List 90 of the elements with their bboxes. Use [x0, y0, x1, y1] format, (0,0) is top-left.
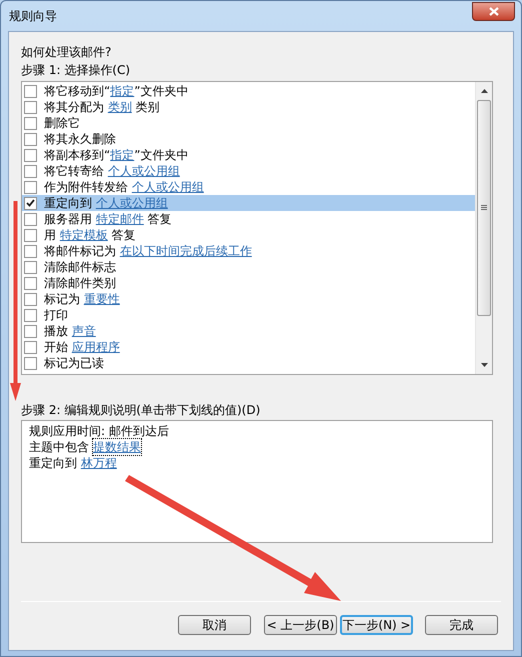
- link[interactable]: 应用程序: [72, 339, 120, 355]
- link[interactable]: 林万程: [80, 455, 117, 471]
- action-row[interactable]: 标记为 重要性: [22, 291, 475, 307]
- link[interactable]: 指定: [110, 147, 134, 163]
- item-text: 主题中包含: [29, 439, 90, 455]
- link[interactable]: 指定: [110, 83, 134, 99]
- checkbox[interactable]: [24, 244, 37, 258]
- action-row[interactable]: 将它移动到“指定”文件夹中: [22, 83, 475, 99]
- dialog-button[interactable]: 下一步(N) >: [340, 615, 413, 635]
- checkbox[interactable]: [24, 260, 37, 274]
- item-text: 清除邮件类别: [44, 275, 116, 291]
- action-row[interactable]: 标记为已读: [22, 355, 475, 371]
- scroll-up-icon[interactable]: [480, 89, 488, 93]
- action-row[interactable]: 重定向到 个人或公用组: [22, 195, 475, 211]
- checkbox[interactable]: [24, 340, 37, 354]
- item-text: 将邮件标记为: [44, 243, 117, 259]
- checkbox[interactable]: [24, 148, 37, 162]
- link[interactable]: 重要性: [84, 291, 120, 307]
- item-text: 标记为已读: [44, 355, 104, 371]
- checkbox[interactable]: [24, 164, 37, 178]
- action-row[interactable]: 用 特定模板 答复: [22, 227, 475, 243]
- grip-icon: [481, 205, 487, 211]
- item-text: 标记为: [44, 291, 81, 307]
- checkbox[interactable]: [24, 212, 37, 226]
- item-text: 清除邮件标志: [44, 259, 116, 275]
- window-title: 规则向导: [9, 8, 57, 24]
- action-row[interactable]: 开始 应用程序: [22, 339, 475, 355]
- action-row[interactable]: 播放 声音: [22, 323, 475, 339]
- action-row[interactable]: 服务器用 特定邮件 答复: [22, 211, 475, 227]
- dialog-button[interactable]: < 上一步(B): [264, 615, 337, 635]
- checkbox[interactable]: [24, 308, 37, 322]
- item-text: 重定向到: [44, 195, 93, 211]
- scroll-down-icon[interactable]: [480, 363, 488, 367]
- checkbox[interactable]: [24, 116, 37, 130]
- scrollbar[interactable]: [475, 82, 492, 374]
- link[interactable]: 类别: [108, 99, 132, 115]
- item-text: 播放: [44, 323, 69, 339]
- link[interactable]: 个人或公用组: [108, 163, 180, 179]
- action-row[interactable]: 将邮件标记为 在以下时间完成后续工作: [22, 243, 475, 259]
- item-text: 将其永久删除: [44, 131, 116, 147]
- checkbox[interactable]: [24, 324, 37, 338]
- action-row[interactable]: 清除邮件标志: [22, 259, 475, 275]
- link[interactable]: 特定模板: [60, 227, 108, 243]
- item-text: 作为附件转发给: [44, 179, 129, 195]
- item-text: 开始: [44, 339, 69, 355]
- checkbox[interactable]: [24, 276, 37, 290]
- close-icon: [488, 7, 498, 16]
- close-button[interactable]: [472, 2, 515, 21]
- action-row[interactable]: 删除它: [22, 115, 475, 131]
- item-text: 重定向到: [29, 455, 78, 471]
- action-row[interactable]: 清除邮件类别: [22, 275, 475, 291]
- action-row[interactable]: 将其永久删除: [22, 131, 475, 147]
- checkbox[interactable]: [24, 356, 37, 370]
- item-text: 用: [44, 227, 57, 243]
- link[interactable]: 声音: [72, 323, 96, 339]
- dialog-button[interactable]: 取消: [178, 615, 251, 635]
- item-text: 删除它: [44, 115, 80, 131]
- question-text: 如何处理该邮件?: [21, 44, 112, 60]
- link[interactable]: 特定邮件: [96, 211, 144, 227]
- link[interactable]: 在以下时间完成后续工作: [120, 243, 252, 259]
- item-text: ”文件夹中: [134, 83, 188, 99]
- action-row[interactable]: 将其分配为 类别 类别: [22, 99, 475, 115]
- link[interactable]: 个人或公用组: [132, 179, 204, 195]
- checkbox[interactable]: [24, 228, 37, 242]
- item-text: 答复: [110, 227, 136, 243]
- action-row[interactable]: 打印: [22, 307, 475, 323]
- item-text: 将其分配为: [44, 99, 105, 115]
- checkbox[interactable]: [24, 100, 37, 114]
- checkbox[interactable]: [24, 292, 37, 306]
- item-text: ”文件夹中: [134, 147, 188, 163]
- scroll-thumb[interactable]: [477, 100, 491, 316]
- action-row[interactable]: 作为附件转发给 个人或公用组: [22, 179, 475, 195]
- action-row[interactable]: 将副本移到“指定”文件夹中: [22, 147, 475, 163]
- step-label: 步骤 1: 选择操作(C): [21, 62, 132, 78]
- step-label: 步骤 2: 编辑规则说明(单击带下划线的值)(D): [21, 402, 262, 418]
- checkbox[interactable]: [24, 84, 37, 98]
- item-text: 服务器用: [44, 211, 93, 227]
- action-row[interactable]: 将它转寄给 个人或公用组: [22, 163, 475, 179]
- item-text: 将副本移到“: [44, 147, 110, 163]
- item-text: 将它转寄给: [44, 163, 105, 179]
- item-text: 类别: [134, 99, 160, 115]
- checkbox[interactable]: [24, 196, 37, 210]
- dialog-button[interactable]: 完成: [425, 615, 498, 635]
- item-text: 打印: [44, 307, 68, 323]
- checkbox[interactable]: [24, 132, 37, 146]
- item-text: 将它移动到“: [44, 83, 110, 99]
- item-text: 答复: [146, 211, 172, 227]
- item-text: 规则应用时间: 邮件到达后: [29, 423, 169, 439]
- checkbox[interactable]: [24, 180, 37, 194]
- link[interactable]: 提数结果: [92, 439, 141, 455]
